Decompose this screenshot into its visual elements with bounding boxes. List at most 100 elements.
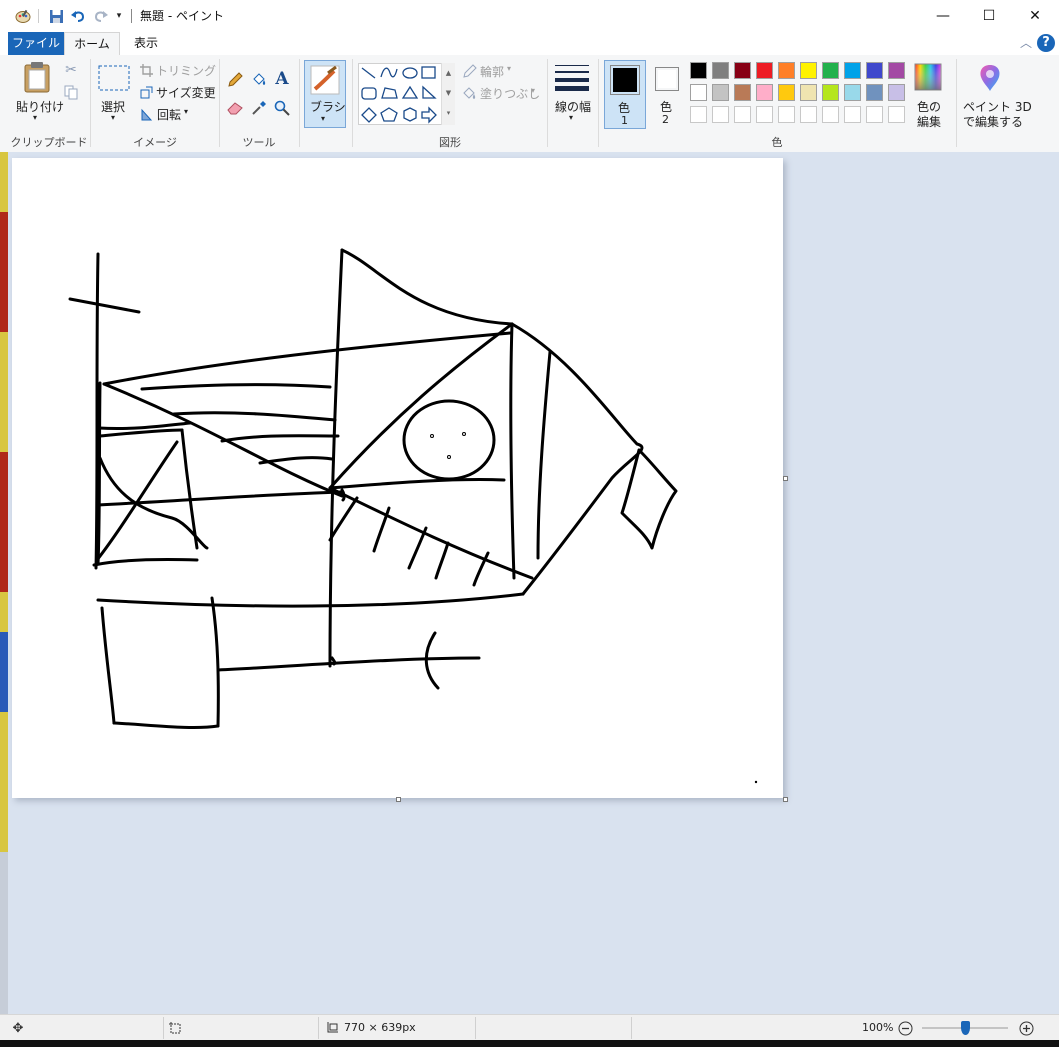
shapes-gallery[interactable] <box>358 63 454 125</box>
fill-bucket-icon[interactable] <box>250 71 268 89</box>
palette-color-swatch[interactable] <box>734 62 751 79</box>
resize-icon[interactable] <box>139 85 153 99</box>
custom-color-slot[interactable] <box>778 106 795 123</box>
palette-color-swatch[interactable] <box>866 84 883 101</box>
resize-button[interactable]: サイズ変更 <box>156 84 216 101</box>
zoom-slider-track[interactable] <box>922 1021 1008 1035</box>
eraser-icon[interactable] <box>226 99 244 117</box>
palette-color-swatch[interactable] <box>734 84 751 101</box>
close-button[interactable]: ✕ <box>1012 0 1058 31</box>
redo-icon[interactable] <box>92 7 110 25</box>
palette-color-swatch[interactable] <box>756 84 773 101</box>
color1-button[interactable]: 色 1 <box>604 60 646 129</box>
drawing-canvas[interactable] <box>12 158 783 798</box>
crop-button[interactable]: トリミング <box>156 62 216 79</box>
custom-color-slot[interactable] <box>734 106 751 123</box>
title-divider <box>131 9 132 23</box>
custom-color-slot[interactable] <box>866 106 883 123</box>
tab-file[interactable]: ファイル <box>8 32 64 55</box>
custom-color-slot[interactable] <box>756 106 773 123</box>
magnifier-icon[interactable] <box>273 99 291 117</box>
palette-color-swatch[interactable] <box>778 62 795 79</box>
cut-icon[interactable]: ✂ <box>62 62 80 78</box>
ribbon: 貼り付け ▾ ✂ クリップボード 選択 ▾ トリミング サイズ変更 回転 ▾ イ… <box>0 55 1059 153</box>
clipboard-group-label: クリップボード <box>10 136 88 149</box>
tab-view[interactable]: 表示 <box>122 32 170 55</box>
resize-handle-right[interactable] <box>783 476 788 481</box>
paint3d-line2[interactable]: で編集する <box>963 113 1023 130</box>
text-tool-icon[interactable]: A <box>273 69 291 89</box>
tab-home[interactable]: ホーム <box>64 32 120 56</box>
palette-color-swatch[interactable] <box>756 62 773 79</box>
custom-color-slot[interactable] <box>822 106 839 123</box>
color2-number[interactable]: 2 <box>662 113 669 126</box>
undo-icon[interactable] <box>69 7 87 25</box>
palette-color-swatch[interactable] <box>778 84 795 101</box>
right-triangle-shape-icon <box>422 85 437 99</box>
color2-fill <box>658 70 676 88</box>
minimize-button[interactable]: — <box>920 0 966 31</box>
palette-color-swatch[interactable] <box>844 62 861 79</box>
palette-color-swatch[interactable] <box>888 84 905 101</box>
size-icon[interactable] <box>555 63 589 93</box>
rotate-button[interactable]: 回転 <box>157 106 181 123</box>
palette-color-swatch[interactable] <box>712 84 729 101</box>
palette-color-swatch[interactable] <box>690 62 707 79</box>
custom-color-slot[interactable] <box>800 106 817 123</box>
custom-color-slot[interactable] <box>888 106 905 123</box>
select-dropdown-icon[interactable]: ▾ <box>111 113 115 122</box>
size-dropdown-icon[interactable]: ▾ <box>569 113 573 122</box>
fill-dropdown-icon[interactable]: ▾ <box>531 86 535 95</box>
diamond-shape-icon <box>361 107 377 123</box>
background-window-edge <box>0 152 8 1014</box>
custom-color-slot[interactable] <box>844 106 861 123</box>
edit-colors-line2[interactable]: 編集 <box>917 113 941 130</box>
palette-color-swatch[interactable] <box>822 84 839 101</box>
palette-color-swatch[interactable] <box>866 62 883 79</box>
paint-app-icon[interactable] <box>14 7 32 25</box>
outline-dropdown-icon[interactable]: ▾ <box>507 64 511 73</box>
status-divider <box>318 1017 319 1039</box>
zoom-in-icon[interactable] <box>1018 1020 1034 1036</box>
fill-icon[interactable] <box>461 85 477 101</box>
outline-icon[interactable] <box>461 63 477 79</box>
maximize-button[interactable]: ☐ <box>966 0 1012 31</box>
copy-icon[interactable] <box>62 84 80 100</box>
zoom-out-icon[interactable] <box>897 1020 913 1036</box>
crop-icon[interactable] <box>139 63 153 77</box>
customize-quick-access-icon[interactable]: ▾ <box>113 7 125 25</box>
custom-color-slot[interactable] <box>690 106 707 123</box>
window-title: 無題 - ペイント <box>140 9 224 23</box>
custom-color-slot[interactable] <box>712 106 729 123</box>
paste-dropdown-icon[interactable]: ▾ <box>33 113 37 122</box>
title-bar: ▾ 無題 - ペイント — ☐ ✕ <box>0 0 1059 31</box>
save-icon[interactable] <box>47 7 65 25</box>
palette-color-swatch[interactable] <box>690 84 707 101</box>
shapes-scroll[interactable]: ▲ ▼ ▾ <box>441 63 455 125</box>
collapse-ribbon-icon[interactable]: ︿ <box>1020 34 1032 51</box>
palette-color-swatch[interactable] <box>712 62 729 79</box>
color2-swatch[interactable] <box>655 67 679 91</box>
paint3d-icon[interactable] <box>976 63 1004 93</box>
oval-shape-icon <box>402 67 418 79</box>
edit-colors-icon[interactable] <box>914 63 942 91</box>
resize-handle-corner[interactable] <box>783 797 788 802</box>
rotate-dropdown-icon[interactable]: ▾ <box>184 107 188 116</box>
help-icon[interactable]: ? <box>1037 34 1055 52</box>
paste-icon[interactable] <box>22 61 52 93</box>
palette-color-swatch[interactable] <box>800 84 817 101</box>
rotate-icon[interactable] <box>139 107 153 121</box>
palette-color-swatch[interactable] <box>822 62 839 79</box>
palette-color-swatch[interactable] <box>844 84 861 101</box>
select-icon[interactable] <box>98 65 130 91</box>
color-picker-icon[interactable] <box>250 99 268 117</box>
rounded-rectangle-shape-icon <box>361 87 377 100</box>
zoom-slider-thumb[interactable] <box>960 1021 970 1035</box>
paste-button[interactable]: 貼り付け <box>16 98 64 115</box>
palette-color-swatch[interactable] <box>800 62 817 79</box>
outline-button[interactable]: 輪郭 <box>480 63 504 80</box>
pencil-icon[interactable] <box>226 71 244 89</box>
resize-handle-bottom[interactable] <box>396 797 401 802</box>
palette-color-swatch[interactable] <box>888 62 905 79</box>
brushes-button[interactable]: ブラシ ▾ <box>304 60 346 128</box>
